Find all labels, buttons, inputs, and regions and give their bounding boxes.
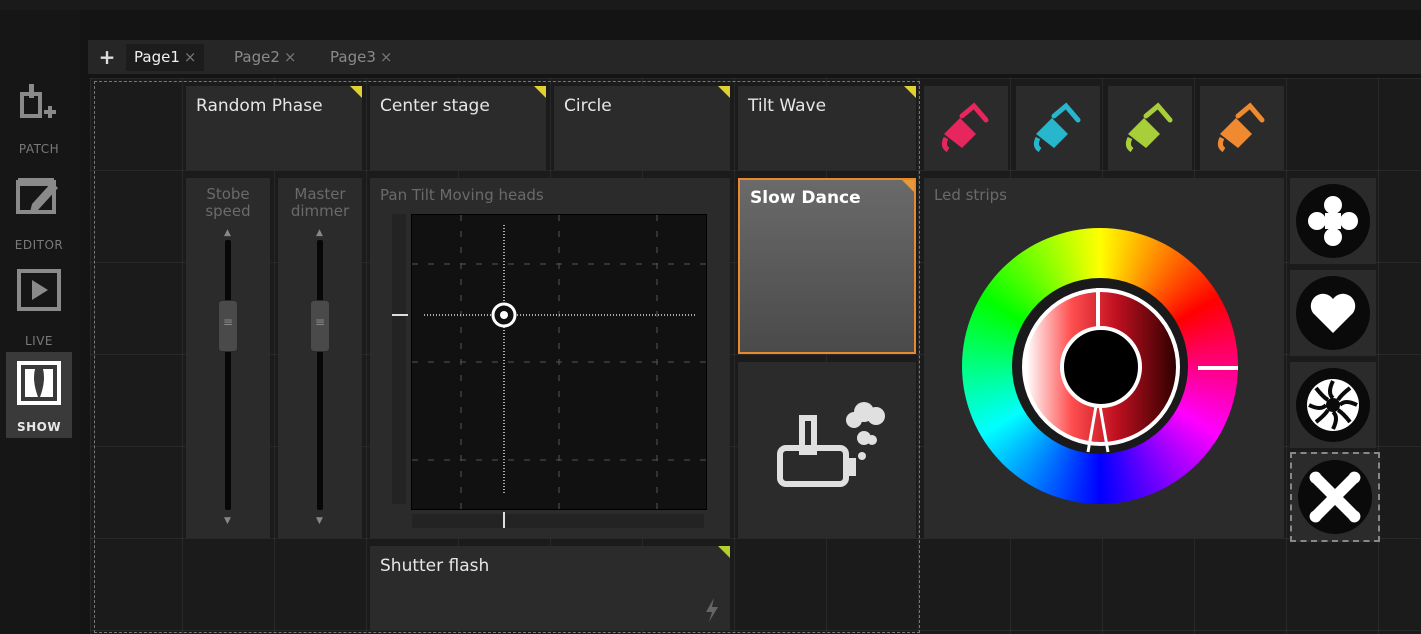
color-swatch-lime[interactable] xyxy=(1108,86,1192,170)
fader-track[interactable] xyxy=(317,240,323,510)
top-strip xyxy=(0,0,1421,10)
sidebar-item-editor[interactable]: EDITOR xyxy=(6,170,72,256)
close-icon[interactable]: × xyxy=(184,48,197,66)
tilt-marker xyxy=(392,314,408,316)
gobo-button-spiral[interactable] xyxy=(1290,362,1376,448)
master-dimmer-fader: Masterdimmer ▲ ▼ xyxy=(278,178,362,538)
hue-marker[interactable] xyxy=(1198,366,1238,370)
paint-bucket-pink-icon xyxy=(941,102,989,153)
color-wheel-center xyxy=(1060,326,1142,408)
paint-bucket-cyan-icon xyxy=(1033,102,1081,153)
circle-button[interactable]: Circle xyxy=(554,86,730,170)
fader-up-arrow: ▲ xyxy=(224,228,231,238)
led-strips-widget: Led strips xyxy=(924,178,1284,538)
led-strips-title: Led strips xyxy=(934,186,1007,204)
live-icon xyxy=(17,269,61,311)
button-label: Tilt Wave xyxy=(748,96,827,116)
brightness-handle[interactable] xyxy=(1078,404,1118,454)
pan-tilt-widget: Pan Tilt Moving heads xyxy=(370,178,730,538)
button-label: Slow Dance xyxy=(750,188,861,208)
close-icon[interactable]: × xyxy=(284,48,297,66)
gobo-cross-icon xyxy=(1309,471,1361,523)
button-label: Center stage xyxy=(380,96,490,116)
pan-tilt-title: Pan Tilt Moving heads xyxy=(380,186,544,204)
sidebar-item-patch[interactable]: PATCH xyxy=(6,74,72,160)
tab-label: Page3 xyxy=(330,48,376,66)
corner-marker xyxy=(718,546,730,558)
button-label: Circle xyxy=(564,96,612,116)
fader-knob[interactable] xyxy=(310,300,330,352)
corner-marker xyxy=(718,86,730,98)
color-swatch-pink[interactable] xyxy=(924,86,1008,170)
gobo-dots-icon xyxy=(1308,196,1358,246)
pan-tilt-pad[interactable] xyxy=(411,214,707,510)
pan-marker xyxy=(503,512,505,528)
show-icon xyxy=(17,361,61,405)
strobe-speed-fader: Stobespeed ▲ ▼ xyxy=(186,178,270,538)
fader-track[interactable] xyxy=(225,240,231,510)
fader-title: Master dimmer xyxy=(290,185,350,220)
button-label: Random Phase xyxy=(196,96,323,116)
lightning-icon xyxy=(706,598,718,622)
sidebar-item-label: LIVE xyxy=(24,334,53,348)
sidebar-item-label: EDITOR xyxy=(14,238,64,252)
wheel-split xyxy=(1096,288,1100,328)
gobo-button-heart[interactable] xyxy=(1290,270,1376,356)
tab-page3[interactable]: Page3 × xyxy=(322,44,400,71)
editor-icon xyxy=(16,178,58,214)
color-swatch-cyan[interactable] xyxy=(1016,86,1100,170)
sidebar-item-label: SHOW xyxy=(16,420,62,434)
tab-page1[interactable]: Page1 × xyxy=(126,44,205,71)
fader-up-arrow: ▲ xyxy=(316,228,323,238)
button-label: Shutter flash xyxy=(380,556,490,576)
tab-page2[interactable]: Page2 × xyxy=(226,44,304,71)
sidebar: PATCH EDITOR LIVE SHOW xyxy=(0,10,80,634)
patch-icon xyxy=(20,84,56,118)
center-stage-button[interactable]: Center stage xyxy=(370,86,546,170)
shutter-flash-button[interactable]: Shutter flash xyxy=(370,546,730,630)
fader-title: Stobe speed xyxy=(205,185,251,220)
corner-marker xyxy=(904,86,916,98)
corner-marker xyxy=(534,86,546,98)
sidebar-item-show[interactable]: SHOW xyxy=(6,352,72,438)
color-swatch-orange[interactable] xyxy=(1200,86,1284,170)
random-phase-button[interactable]: Random Phase xyxy=(186,86,362,170)
gobo-heart-icon xyxy=(1310,293,1356,333)
gobo-spiral-icon xyxy=(1307,379,1359,431)
tilt-slider[interactable] xyxy=(392,214,406,504)
tab-label: Page2 xyxy=(234,48,280,66)
sidebar-item-label: PATCH xyxy=(18,142,60,156)
tilt-wave-button[interactable]: Tilt Wave xyxy=(738,86,916,170)
gobo-button-cross[interactable] xyxy=(1290,452,1380,542)
fog-machine-button[interactable] xyxy=(738,362,916,538)
tab-label: Page1 xyxy=(134,48,180,66)
sidebar-item-live[interactable]: LIVE xyxy=(6,266,72,352)
paint-bucket-lime-icon xyxy=(1125,102,1173,153)
fader-down-arrow: ▼ xyxy=(316,516,323,526)
gobo-button-dots[interactable] xyxy=(1290,178,1376,264)
slow-dance-button[interactable]: Slow Dance xyxy=(738,178,916,354)
corner-marker xyxy=(902,180,914,192)
corner-marker xyxy=(350,86,362,98)
fader-down-arrow: ▼ xyxy=(224,516,231,526)
fader-knob[interactable] xyxy=(218,300,238,352)
close-icon[interactable]: × xyxy=(380,48,393,66)
paint-bucket-orange-icon xyxy=(1217,102,1265,153)
fog-machine-icon xyxy=(777,402,885,487)
pan-slider[interactable] xyxy=(412,514,704,528)
add-page-button[interactable]: + xyxy=(96,44,118,70)
